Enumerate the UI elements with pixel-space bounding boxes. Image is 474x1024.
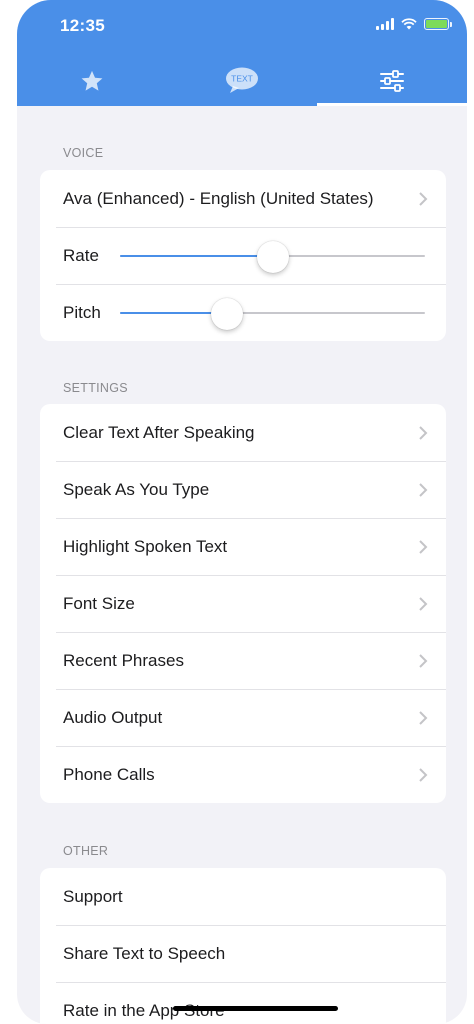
- settings-item-label: Clear Text After Speaking: [63, 422, 255, 442]
- chevron-right-icon: [419, 767, 428, 782]
- tab-settings[interactable]: [317, 56, 467, 106]
- other-item-rate-app[interactable]: Rate in the App Store: [40, 982, 446, 1024]
- section-header-other: OTHER: [63, 844, 109, 858]
- settings-item-highlight-spoken-text[interactable]: Highlight Spoken Text: [40, 518, 446, 575]
- pitch-label: Pitch: [63, 302, 101, 322]
- chevron-right-icon: [419, 482, 428, 497]
- tab-bar: TEXT: [17, 56, 467, 106]
- tab-favorites[interactable]: [17, 56, 167, 106]
- other-item-share[interactable]: Share Text to Speech: [40, 925, 446, 982]
- rate-slider[interactable]: [120, 240, 425, 273]
- other-item-label: Share Text to Speech: [63, 943, 226, 963]
- chevron-right-icon: [419, 596, 428, 611]
- settings-item-label: Recent Phrases: [63, 650, 184, 670]
- chevron-right-icon: [419, 425, 428, 440]
- status-icons: [376, 18, 452, 30]
- chevron-right-icon: [419, 710, 428, 725]
- voice-name: Ava (Enhanced) - English (United States): [63, 188, 374, 208]
- voice-select-row[interactable]: Ava (Enhanced) - English (United States): [40, 170, 446, 227]
- home-indicator: [173, 1006, 338, 1011]
- sliders-icon: [380, 70, 404, 92]
- pitch-row: Pitch: [40, 284, 446, 341]
- top-bar: 12:35 TEXT: [17, 0, 467, 106]
- settings-item-audio-output[interactable]: Audio Output: [40, 689, 446, 746]
- tab-text[interactable]: TEXT: [167, 56, 317, 106]
- settings-item-label: Phone Calls: [63, 764, 155, 784]
- wifi-icon: [401, 18, 417, 30]
- chevron-right-icon: [419, 653, 428, 668]
- settings-item-label: Font Size: [63, 593, 135, 613]
- other-item-label: Support: [63, 886, 123, 906]
- other-item-support[interactable]: Support: [40, 868, 446, 925]
- tab-text-label: TEXT: [231, 74, 253, 84]
- status-time: 12:35: [60, 16, 105, 35]
- settings-group: Clear Text After Speaking Speak As You T…: [40, 404, 446, 803]
- section-header-settings: SETTINGS: [63, 381, 128, 395]
- rate-slider-thumb[interactable]: [256, 240, 289, 273]
- signal-icon: [376, 18, 394, 30]
- chevron-right-icon: [419, 539, 428, 554]
- settings-item-label: Highlight Spoken Text: [63, 536, 228, 556]
- pitch-slider-thumb[interactable]: [210, 297, 243, 330]
- settings-item-label: Audio Output: [63, 707, 163, 727]
- settings-item-phone-calls[interactable]: Phone Calls: [40, 746, 446, 803]
- settings-item-clear-text[interactable]: Clear Text After Speaking: [40, 404, 446, 461]
- pitch-slider[interactable]: [120, 297, 425, 330]
- settings-item-recent-phrases[interactable]: Recent Phrases: [40, 632, 446, 689]
- settings-item-speak-as-you-type[interactable]: Speak As You Type: [40, 461, 446, 518]
- rate-row: Rate: [40, 227, 446, 284]
- chevron-right-icon: [419, 191, 428, 206]
- rate-label: Rate: [63, 245, 99, 265]
- speech-bubble-icon: TEXT: [226, 67, 258, 93]
- star-icon: [81, 70, 103, 91]
- rate-slider-fill: [120, 254, 273, 257]
- other-group: Support Share Text to Speech Rate in the…: [40, 868, 446, 1024]
- settings-item-label: Speak As You Type: [63, 479, 210, 499]
- device-screen: 12:35 TEXT VOICE Ava (Enhanced) - Englis…: [17, 0, 467, 1024]
- battery-level: [426, 20, 447, 28]
- voice-group: Ava (Enhanced) - English (United States)…: [40, 170, 446, 341]
- settings-item-font-size[interactable]: Font Size: [40, 575, 446, 632]
- battery-icon: [424, 18, 452, 30]
- section-header-voice: VOICE: [63, 146, 104, 160]
